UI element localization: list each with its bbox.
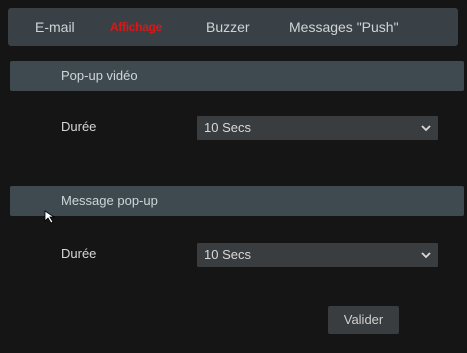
- duration-label: Durée: [61, 119, 97, 134]
- select-value: 10 Secs: [204, 120, 251, 135]
- section-title: Pop-up vidéo: [61, 68, 138, 83]
- apply-button[interactable]: Valider: [328, 306, 399, 334]
- tab-affichage[interactable]: Affichage: [110, 8, 162, 46]
- tab-buzzer[interactable]: Buzzer: [206, 8, 250, 46]
- tab-bar: E-mail Affichage Buzzer Messages "Push": [8, 8, 458, 46]
- section-title: Message pop-up: [61, 193, 158, 208]
- select-value: 10 Secs: [204, 247, 251, 262]
- mouse-cursor-icon: [44, 210, 56, 224]
- tab-email[interactable]: E-mail: [35, 8, 75, 46]
- duration-label: Durée: [61, 246, 97, 261]
- section-header-video-popup: Pop-up vidéo: [10, 61, 464, 91]
- chevron-down-icon: [421, 252, 431, 259]
- chevron-down-icon: [421, 125, 431, 132]
- section-header-message-popup: Message pop-up: [10, 186, 464, 216]
- video-popup-duration-select[interactable]: 10 Secs: [197, 116, 438, 140]
- tab-push-messages[interactable]: Messages "Push": [289, 8, 399, 46]
- settings-panel: E-mail Affichage Buzzer Messages "Push" …: [0, 0, 467, 353]
- message-popup-duration-select[interactable]: 10 Secs: [197, 243, 438, 267]
